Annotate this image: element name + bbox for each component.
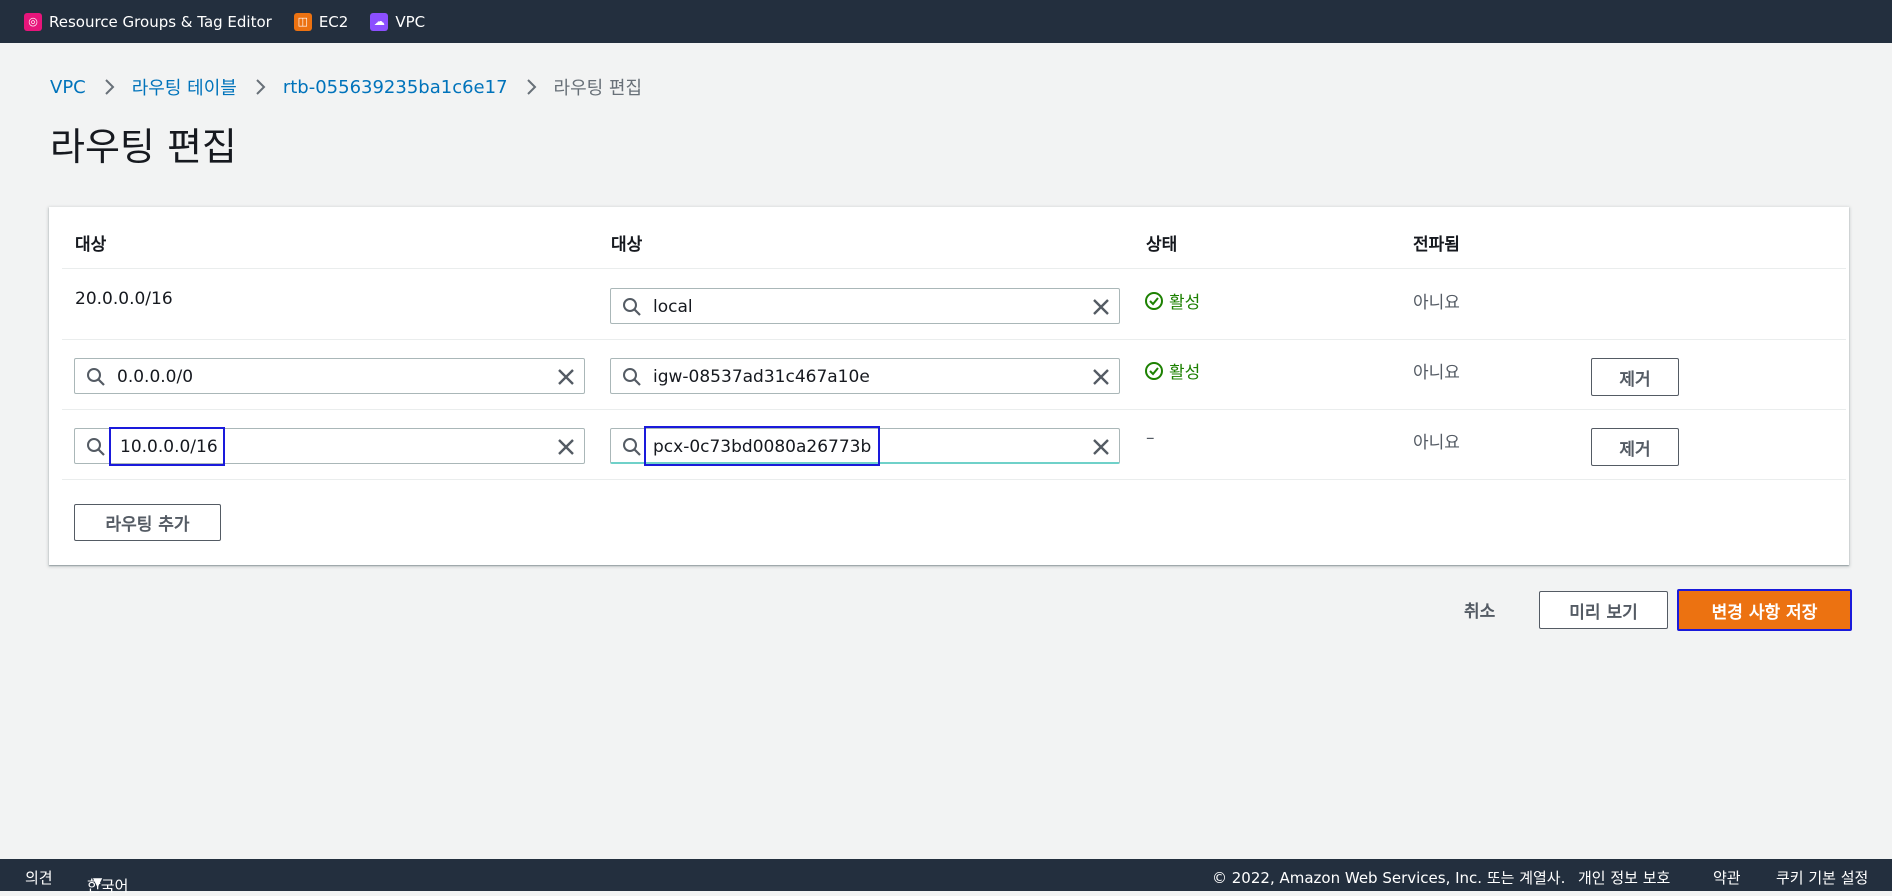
status-badge: 활성: [1144, 288, 1200, 313]
clear-icon[interactable]: [1091, 437, 1111, 461]
target-highlight: [644, 426, 880, 466]
privacy-link[interactable]: 개인 정보 보호: [1578, 867, 1670, 888]
clear-icon[interactable]: [556, 367, 576, 391]
vpc-icon: ☁: [370, 12, 389, 31]
copyright-text: © 2022, Amazon Web Services, Inc. 또는 계열사…: [1212, 869, 1566, 887]
route-destination-text: 20.0.0.0/16: [75, 289, 173, 309]
search-icon: [86, 367, 106, 391]
destination-input[interactable]: 0.0.0.0/0: [74, 358, 585, 394]
page-title: 라우팅 편집: [50, 125, 237, 169]
terms-link[interactable]: 약관: [1713, 867, 1741, 888]
service-shortcut-label: VPC: [395, 12, 426, 31]
column-header-propagated: 전파됨: [1413, 235, 1460, 255]
breadcrumb: VPC 라우팅 테이블 rtb-055639235ba1c6e17 라우팅 편집: [50, 74, 642, 100]
chevron-right-icon: [103, 78, 115, 96]
status-text: 활성: [1169, 363, 1201, 383]
table-divider: [62, 409, 1846, 410]
search-icon: [622, 437, 642, 461]
remove-route-button[interactable]: 제거: [1591, 358, 1679, 396]
status-text: –: [1146, 428, 1155, 448]
table-divider: [62, 479, 1846, 480]
status-badge: 활성: [1144, 358, 1200, 383]
propagated-text: 아니요: [1413, 433, 1460, 453]
table-divider: [62, 268, 1846, 269]
resource-groups-icon: ◎: [24, 12, 42, 31]
target-input-value: igw-08537ad31c467a10e: [653, 367, 870, 387]
breadcrumb-link-vpc[interactable]: VPC: [50, 77, 86, 98]
column-header-status: 상태: [1146, 235, 1178, 255]
feedback-link[interactable]: 의견: [25, 867, 53, 888]
column-header-destination: 대상: [75, 235, 107, 255]
service-shortcut-label: EC2: [318, 12, 349, 31]
destination-highlight: [109, 427, 225, 466]
table-divider: [62, 339, 1846, 340]
save-changes-button[interactable]: 변경 사항 저장: [1677, 589, 1852, 631]
chevron-right-icon: [254, 78, 266, 96]
breadcrumb-link-route-tables[interactable]: 라우팅 테이블: [132, 74, 237, 100]
propagated-text: 아니요: [1413, 363, 1460, 383]
target-input[interactable]: local: [610, 288, 1120, 324]
propagated-text: 아니요: [1413, 293, 1460, 313]
check-circle-icon: [1145, 361, 1163, 380]
search-icon: [622, 297, 642, 321]
cancel-button[interactable]: 취소: [1464, 597, 1495, 622]
target-input-value: local: [653, 297, 693, 317]
service-shortcut-label: Resource Groups & Tag Editor: [49, 12, 272, 31]
cookie-preferences-link[interactable]: 쿠키 기본 설정: [1776, 867, 1868, 888]
footer: 의견 한국어 ▼ © 2022, Amazon Web Services, In…: [0, 859, 1892, 895]
clear-icon[interactable]: [556, 437, 576, 461]
service-shortcut-resource-groups[interactable]: ◎ Resource Groups & Tag Editor: [24, 12, 272, 31]
caret-down-icon: ▼: [93, 875, 103, 889]
preview-button[interactable]: 미리 보기: [1539, 591, 1668, 629]
column-header-target: 대상: [611, 235, 643, 255]
clear-icon[interactable]: [1091, 367, 1111, 391]
clear-icon[interactable]: [1091, 297, 1111, 321]
status-text: 활성: [1169, 293, 1201, 313]
breadcrumb-current: 라우팅 편집: [553, 78, 643, 99]
search-icon: [86, 437, 106, 461]
breadcrumb-link-route-table-id[interactable]: rtb-055639235ba1c6e17: [283, 77, 508, 98]
top-navigation-bar: ◎ Resource Groups & Tag Editor ◫ EC2 ☁ V…: [0, 0, 1892, 43]
service-shortcut-vpc[interactable]: ☁ VPC: [370, 12, 426, 31]
add-route-button[interactable]: 라우팅 추가: [74, 504, 221, 541]
check-circle-icon: [1145, 291, 1163, 310]
chevron-right-icon: [525, 78, 537, 96]
target-input[interactable]: igw-08537ad31c467a10e: [610, 358, 1120, 394]
destination-input-value: 0.0.0.0/0: [117, 367, 194, 387]
service-shortcut-ec2[interactable]: ◫ EC2: [293, 12, 349, 31]
remove-route-button[interactable]: 제거: [1591, 428, 1679, 466]
ec2-icon: ◫: [293, 12, 312, 31]
search-icon: [622, 367, 642, 391]
